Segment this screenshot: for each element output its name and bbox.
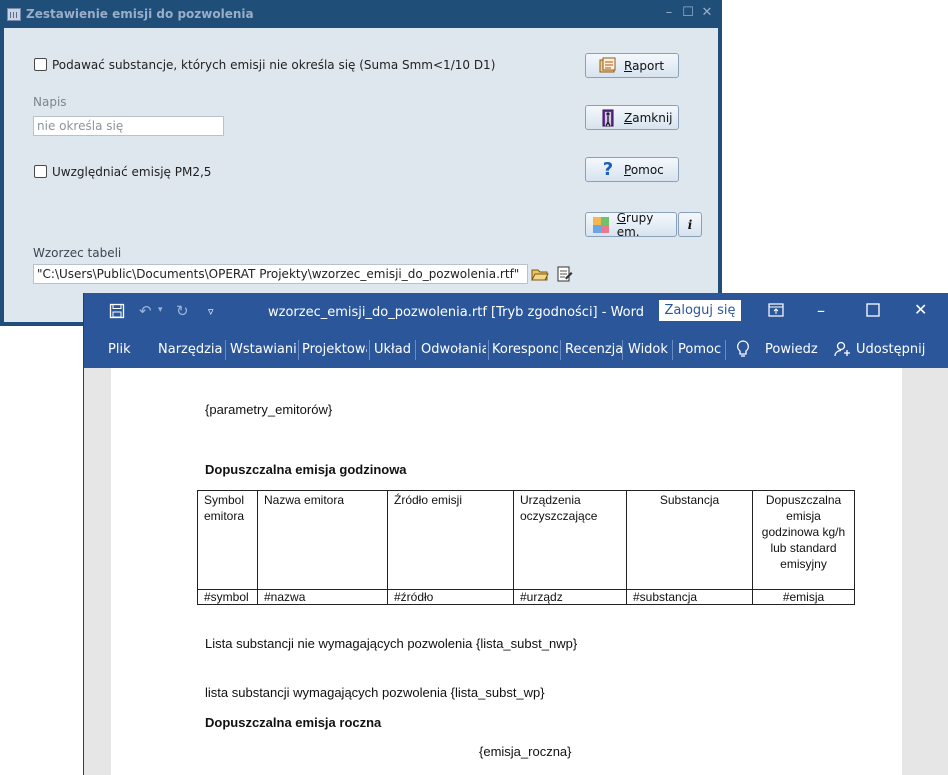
emission-table: Symbol emitora Nazwa emitora Źródło emis…: [197, 490, 855, 605]
table-cell: #źródło: [387, 589, 514, 605]
tab-plik[interactable]: Plik: [108, 342, 131, 357]
tab-separator: [488, 340, 489, 360]
tab-separator: [369, 340, 370, 360]
zamknij-button[interactable]: Zamknij: [585, 105, 679, 130]
tab-widok[interactable]: Widok: [628, 342, 668, 357]
dialog-title: Zestawienie emisji do pozwolenia: [26, 7, 254, 21]
table-cell: #nazwa: [257, 589, 388, 605]
table-cell: #emisja: [752, 589, 855, 605]
undo-icon[interactable]: ↶: [139, 302, 152, 320]
template-label: Wzorzec tabeli: [33, 246, 122, 260]
tab-separator: [622, 340, 623, 360]
close-icon[interactable]: ✕: [700, 5, 714, 21]
maximize-icon[interactable]: [866, 302, 880, 321]
list-nwp-text: Lista substancji nie wymagających pozwol…: [205, 636, 578, 651]
word-titlebar: ↶ ▾ ↻ ▿ wzorzec_emisji_do_pozwolenia.rtf…: [84, 293, 948, 331]
share-button[interactable]: Udostępnij: [856, 342, 925, 357]
pomoc-button-label: Pomoc: [624, 162, 664, 177]
tab-separator: [560, 340, 561, 360]
table-header-cell: Symbol emitora: [197, 490, 258, 590]
login-button[interactable]: Zaloguj się: [659, 300, 741, 321]
tell-me-search[interactable]: Powiedz: [765, 342, 818, 357]
tab-korespondencja[interactable]: Korespondencja: [492, 342, 558, 357]
document-area: {parametry_emitorów} Dopuszczalna emisja…: [84, 368, 948, 775]
tab-separator: [415, 340, 416, 360]
tab-recenzja[interactable]: Recenzja: [565, 342, 623, 357]
info-button[interactable]: i: [678, 212, 702, 237]
word-title: wzorzec_emisji_do_pozwolenia.rtf [Tryb z…: [268, 305, 644, 320]
redo-icon[interactable]: ↻: [176, 302, 189, 320]
pm25-checkbox-label: Uwzględniać emisję PM2,5: [52, 165, 212, 179]
customize-toolbar-icon[interactable]: ▿: [208, 305, 214, 318]
table-header-cell: Nazwa emitora: [257, 490, 388, 590]
substances-checkbox[interactable]: [34, 58, 47, 71]
grupy-button-label: Grupy em.: [616, 210, 654, 239]
minimize-icon[interactable]: –: [817, 301, 825, 320]
table-cell: #urządz: [513, 589, 627, 605]
table-header-cell: Dopuszczalna emisja godzinowa kg/h lub s…: [752, 490, 855, 590]
substances-checkbox-label: Podawać substancje, których emisji nie o…: [52, 58, 496, 72]
document-page[interactable]: {parametry_emitorów} Dopuszczalna emisja…: [111, 368, 902, 775]
table-header-row: Symbol emitora Nazwa emitora Źródło emis…: [197, 490, 855, 590]
edit-document-icon[interactable]: [553, 264, 575, 284]
minimize-icon[interactable]: –: [662, 5, 676, 21]
tab-separator: [225, 340, 226, 360]
param-placeholder: {parametry_emitorów}: [205, 402, 333, 417]
ribbon-tabs: Plik Narzędzia Wstawianie Projektowanie …: [84, 331, 948, 367]
tab-projektowanie[interactable]: Projektowanie: [302, 342, 367, 357]
dialog-window: Zestawienie emisji do pozwolenia – ☐ ✕ P…: [0, 0, 722, 326]
tab-odwolania[interactable]: Odwołania: [421, 342, 486, 357]
tab-narzedzia[interactable]: Narzędzia: [158, 342, 223, 357]
table-header-cell: Substancja: [626, 490, 753, 590]
napis-input[interactable]: nie określa się: [33, 116, 224, 136]
report-icon: [598, 57, 618, 75]
tab-wstawianie[interactable]: Wstawianie: [230, 342, 296, 357]
table-header-cell: Źródło emisji: [387, 490, 514, 590]
table-cell: #substancja: [626, 589, 753, 605]
grupy-button[interactable]: Grupy em.: [585, 210, 677, 239]
tab-uklad[interactable]: Układ: [374, 342, 411, 357]
open-folder-icon[interactable]: [529, 264, 551, 284]
undo-dropdown-icon[interactable]: ▾: [158, 305, 163, 315]
tab-separator: [725, 340, 726, 360]
zamknij-button-label: Zamknij: [624, 110, 673, 125]
lightbulb-icon[interactable]: [736, 340, 750, 362]
maximize-icon[interactable]: ☐: [681, 5, 695, 21]
groups-icon: [592, 216, 611, 234]
napis-label: Napis: [33, 95, 67, 109]
annual-emission-placeholder: {emisja_roczna}: [479, 744, 572, 759]
annual-emission-heading: Dopuszczalna emisja roczna: [205, 715, 382, 730]
exit-door-icon: [598, 109, 618, 127]
tab-separator: [672, 340, 673, 360]
hourly-emission-heading: Dopuszczalna emisja godzinowa: [205, 462, 407, 477]
pomoc-button[interactable]: ? Pomoc: [585, 157, 679, 182]
ribbon-display-options-icon[interactable]: [768, 302, 784, 321]
app-icon: [7, 8, 21, 21]
table-cell: #symbol: [197, 589, 258, 605]
info-icon: i: [687, 217, 693, 232]
raport-button[interactable]: Raport: [585, 53, 679, 78]
share-person-icon[interactable]: [834, 340, 852, 362]
table-row: #symbol #nazwa #źródło #urządz #substanc…: [197, 589, 855, 605]
close-icon[interactable]: ✕: [914, 300, 927, 319]
list-wp-text: lista substancji wymagających pozwolenia…: [205, 685, 545, 700]
dialog-titlebar: Zestawienie emisji do pozwolenia – ☐ ✕: [0, 0, 722, 28]
dialog-body: Podawać substancje, których emisji nie o…: [4, 28, 718, 322]
tab-pomoc[interactable]: Pomoc: [678, 342, 721, 357]
pm25-checkbox[interactable]: [34, 165, 47, 178]
tab-separator: [298, 340, 299, 360]
template-path-input[interactable]: "C:\Users\Public\Documents\OPERAT Projek…: [33, 264, 528, 284]
save-icon[interactable]: [109, 303, 125, 323]
table-header-cell: Urządzenia oczyszczające: [513, 490, 627, 590]
word-window: ↶ ▾ ↻ ▿ wzorzec_emisji_do_pozwolenia.rtf…: [83, 293, 948, 775]
raport-button-label: Raport: [624, 58, 665, 73]
help-question-icon: ?: [602, 159, 614, 180]
